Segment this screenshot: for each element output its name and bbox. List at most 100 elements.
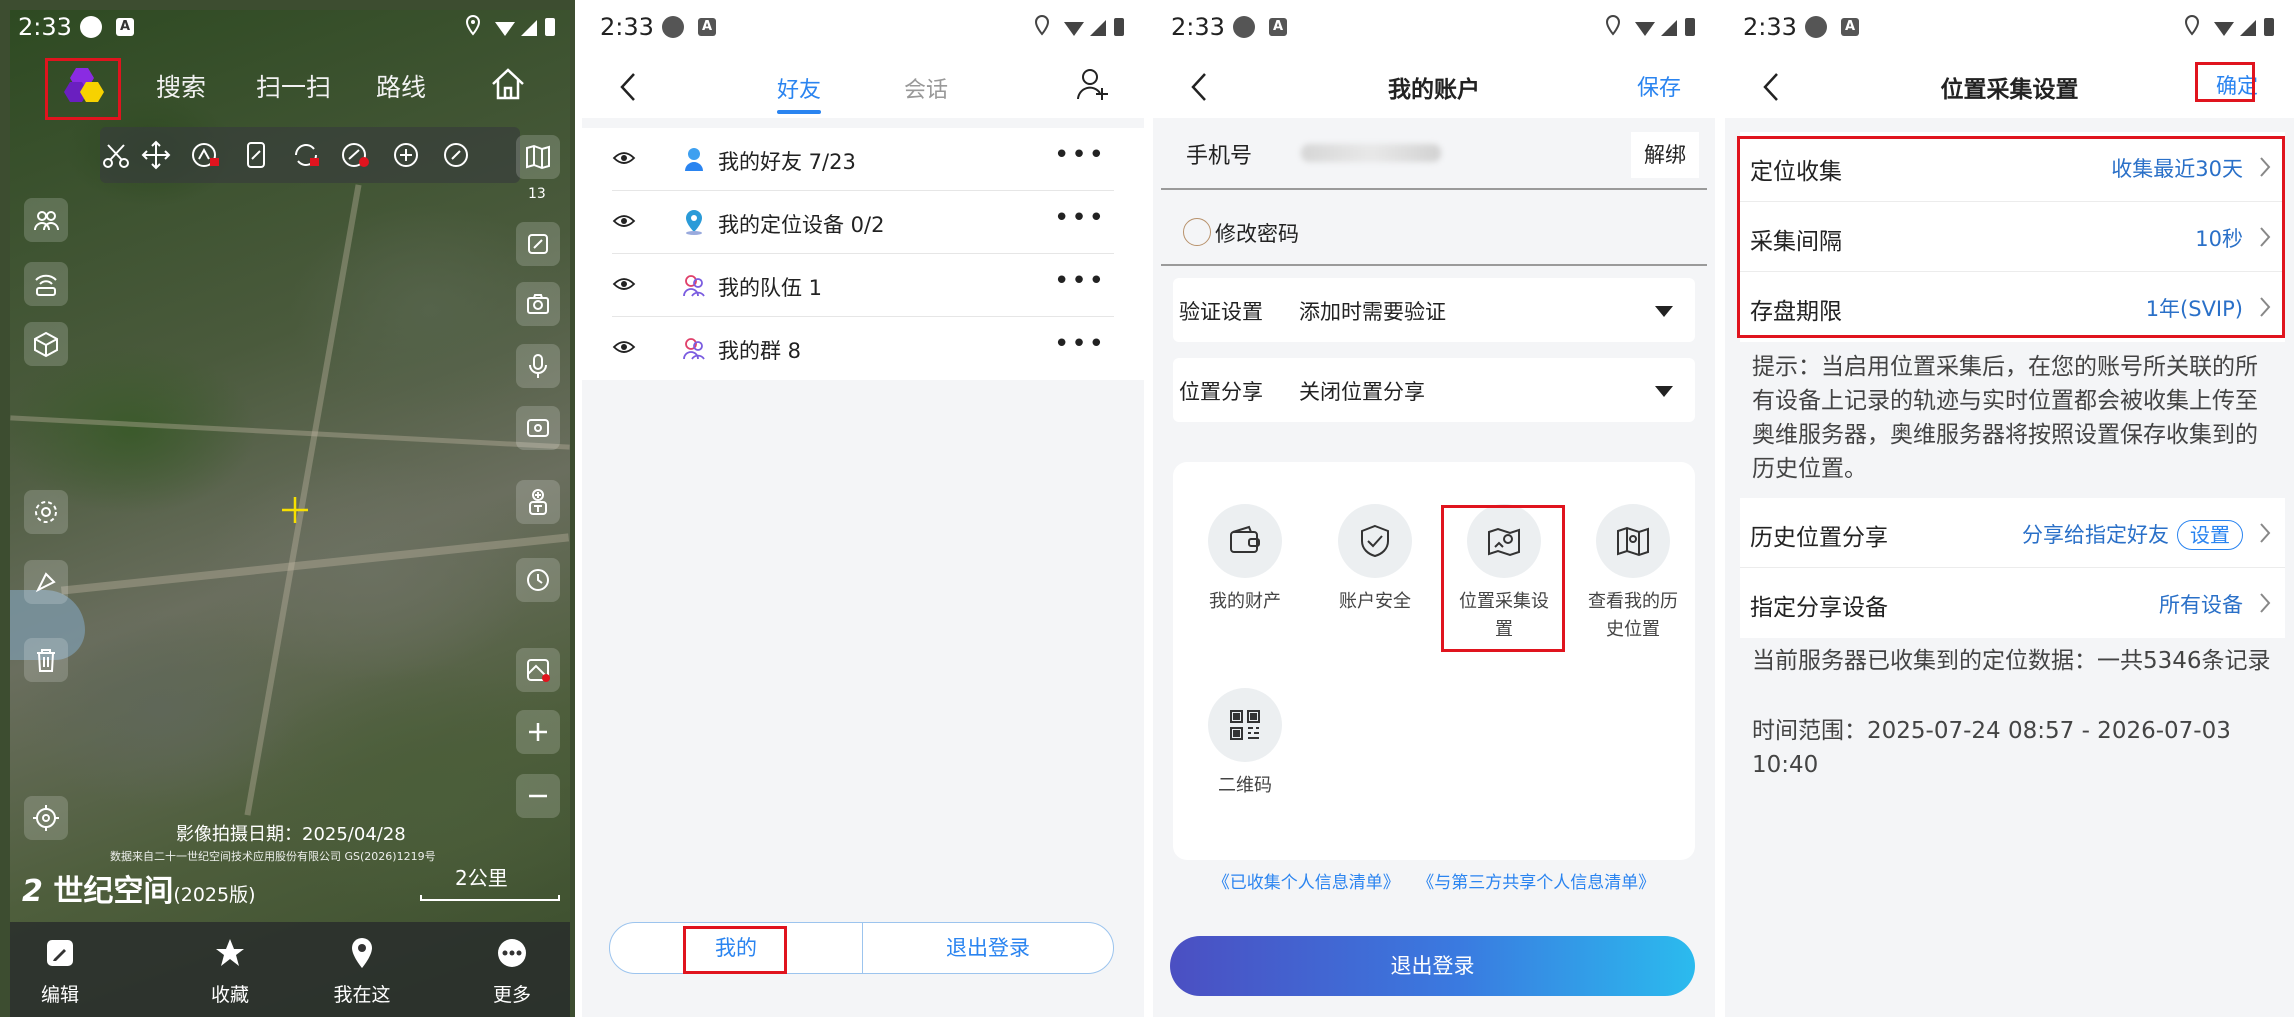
more-options-icon[interactable]: ••• <box>1054 203 1106 233</box>
status-icons <box>1605 14 1699 40</box>
locate-icon[interactable] <box>24 796 68 840</box>
logout-button[interactable]: 退出登录 <box>1170 936 1695 996</box>
setting-value: 所有设备 <box>2159 593 2243 617</box>
history-map-icon <box>1596 504 1670 578</box>
microphone-icon[interactable] <box>516 344 560 388</box>
account-security-item[interactable]: 账户安全 <box>1315 504 1435 616</box>
more-options-icon[interactable]: ••• <box>1054 266 1106 296</box>
eye-icon[interactable] <box>612 148 636 168</box>
offline-map-icon[interactable] <box>516 648 560 692</box>
track-lock-icon[interactable] <box>190 139 222 171</box>
a-icon: A <box>1841 18 1859 36</box>
collect-setting-highlight-box <box>1441 505 1565 652</box>
map-layers-icon[interactable] <box>516 135 560 179</box>
sync-lock-icon[interactable] <box>290 139 322 171</box>
zoom-in-icon[interactable] <box>516 710 560 754</box>
list-item-label: 我的队伍 1 <box>718 276 823 300</box>
unbind-button[interactable]: 解绑 <box>1631 132 1699 178</box>
scale-bar <box>420 895 560 901</box>
tab-friends[interactable]: 好友 <box>777 72 821 104</box>
status-bar: 2:33 A <box>0 0 575 56</box>
bottom-nav-edit[interactable]: 编辑 <box>10 936 110 1007</box>
notification-dot-icon <box>662 16 684 38</box>
share-device-row[interactable]: 指定分享设备 所有设备 <box>1740 568 2285 638</box>
zoom-out-icon[interactable] <box>516 774 560 818</box>
location-wifi-battery-icon <box>465 14 555 36</box>
location-share-select[interactable]: 位置分享 关闭位置分享 <box>1173 358 1695 422</box>
phone-number-blurred <box>1301 144 1441 162</box>
location-wifi-battery-icon <box>2184 14 2274 36</box>
settings-highlight-box <box>1737 136 2285 338</box>
group-chat-icon <box>682 335 706 361</box>
add-point-icon[interactable] <box>390 139 422 171</box>
notification-dot-icon <box>1805 16 1827 38</box>
bottom-nav-more[interactable]: 更多 <box>462 936 562 1007</box>
back-arrow-icon[interactable] <box>616 70 638 104</box>
device-location-icon <box>682 209 706 235</box>
more-options-icon[interactable]: ••• <box>1054 329 1106 359</box>
logout-button[interactable]: 退出登录 <box>863 923 1113 973</box>
crop-icon[interactable] <box>516 222 560 266</box>
clock-icon[interactable] <box>516 558 560 602</box>
compass-icon[interactable] <box>440 139 472 171</box>
add-user-icon[interactable] <box>1076 66 1110 102</box>
eye-icon[interactable] <box>612 211 636 231</box>
account-screen: 2:33 A 我的账户 保存 手机号 解绑 修改密码 验证设置 添加时需要验证 … <box>1153 0 1715 1017</box>
status-time: 2:33 <box>1743 13 1797 41</box>
eye-icon[interactable] <box>612 274 636 294</box>
change-password-row[interactable]: 修改密码 <box>1161 196 1707 266</box>
camera-icon[interactable] <box>516 282 560 326</box>
nav-route[interactable]: 路线 <box>376 68 426 104</box>
text-zoom-icon[interactable] <box>516 480 560 524</box>
page-title: 我的账户 <box>1388 77 1480 103</box>
navigate-off-icon[interactable] <box>340 139 372 171</box>
qrcode-item[interactable]: 二维码 <box>1185 688 1305 800</box>
time-range: 时间范围：2025-07-24 08:57 - 2026-07-03 10:40 <box>1752 718 2231 778</box>
tab-underline <box>777 110 821 114</box>
tab-chats[interactable]: 会话 <box>904 72 948 104</box>
bottom-nav-favorites[interactable]: 收藏 <box>180 936 280 1007</box>
setup-button[interactable]: 设置 <box>2177 520 2243 550</box>
signal-icon[interactable] <box>24 262 68 306</box>
cube-icon[interactable] <box>24 322 68 366</box>
measure-icon[interactable] <box>24 560 68 604</box>
verify-setting-select[interactable]: 验证设置 添加时需要验证 <box>1173 278 1695 342</box>
history-share-row[interactable]: 历史位置分享 分享给指定好友 设置 <box>1740 498 2285 568</box>
shield-check-icon <box>1338 504 1412 578</box>
nav-scan[interactable]: 扫一扫 <box>256 68 331 104</box>
account-function-grid: 我的财产 账户安全 位置采集设 置 查看我的历 史位置 二维码 <box>1173 462 1695 860</box>
list-item[interactable]: 我的好友 7/23 ••• <box>612 128 1114 191</box>
list-item[interactable]: 我的群 8 ••• <box>612 317 1114 380</box>
history-location-item[interactable]: 查看我的历 史位置 <box>1573 504 1693 644</box>
shared-info-link[interactable]: 《与第三方共享个人信息清单》 <box>1417 873 1655 893</box>
a-icon: A <box>698 18 716 36</box>
more-options-icon[interactable]: ••• <box>1054 140 1106 170</box>
share-settings-card: 历史位置分享 分享给指定好友 设置 指定分享设备 所有设备 <box>1740 498 2285 638</box>
account-security-label: 账户安全 <box>1339 591 1411 612</box>
nav-search[interactable]: 搜索 <box>156 68 206 104</box>
setting-value: 分享给指定好友 设置 <box>2022 519 2243 550</box>
notification-dot-icon <box>80 16 102 38</box>
qrcode-label: 二维码 <box>1218 775 1272 796</box>
my-assets-item[interactable]: 我的财产 <box>1185 504 1305 616</box>
list-item[interactable]: 我的定位设备 0/2 ••• <box>612 191 1114 254</box>
move-icon[interactable] <box>140 139 172 171</box>
settings-gear-icon[interactable] <box>24 490 68 534</box>
status-icons <box>1034 14 1128 40</box>
trash-icon[interactable] <box>24 638 68 682</box>
more-dots-icon <box>495 936 529 970</box>
screenshot-icon[interactable] <box>516 406 560 450</box>
scissors-icon[interactable] <box>100 139 132 171</box>
group-icon[interactable] <box>24 198 68 242</box>
map-logo: 2 世纪空间(2025版) <box>22 866 256 910</box>
eye-icon[interactable] <box>612 337 636 357</box>
radio-icon[interactable] <box>1183 218 1211 246</box>
friends-screen: 2:33 A 好友 会话 我的好友 7/23 ••• 我的定位设备 0/2 ••… <box>582 0 1144 1017</box>
home-icon[interactable] <box>488 64 528 104</box>
bottom-nav-here[interactable]: 我在这 <box>312 936 412 1007</box>
list-item[interactable]: 我的队伍 1 ••• <box>612 254 1114 317</box>
save-button[interactable]: 保存 <box>1637 70 1681 102</box>
rotate-icon[interactable] <box>240 139 272 171</box>
collected-info-link[interactable]: 《已收集个人信息清单》 <box>1213 873 1400 893</box>
location-pin-icon <box>345 936 379 970</box>
